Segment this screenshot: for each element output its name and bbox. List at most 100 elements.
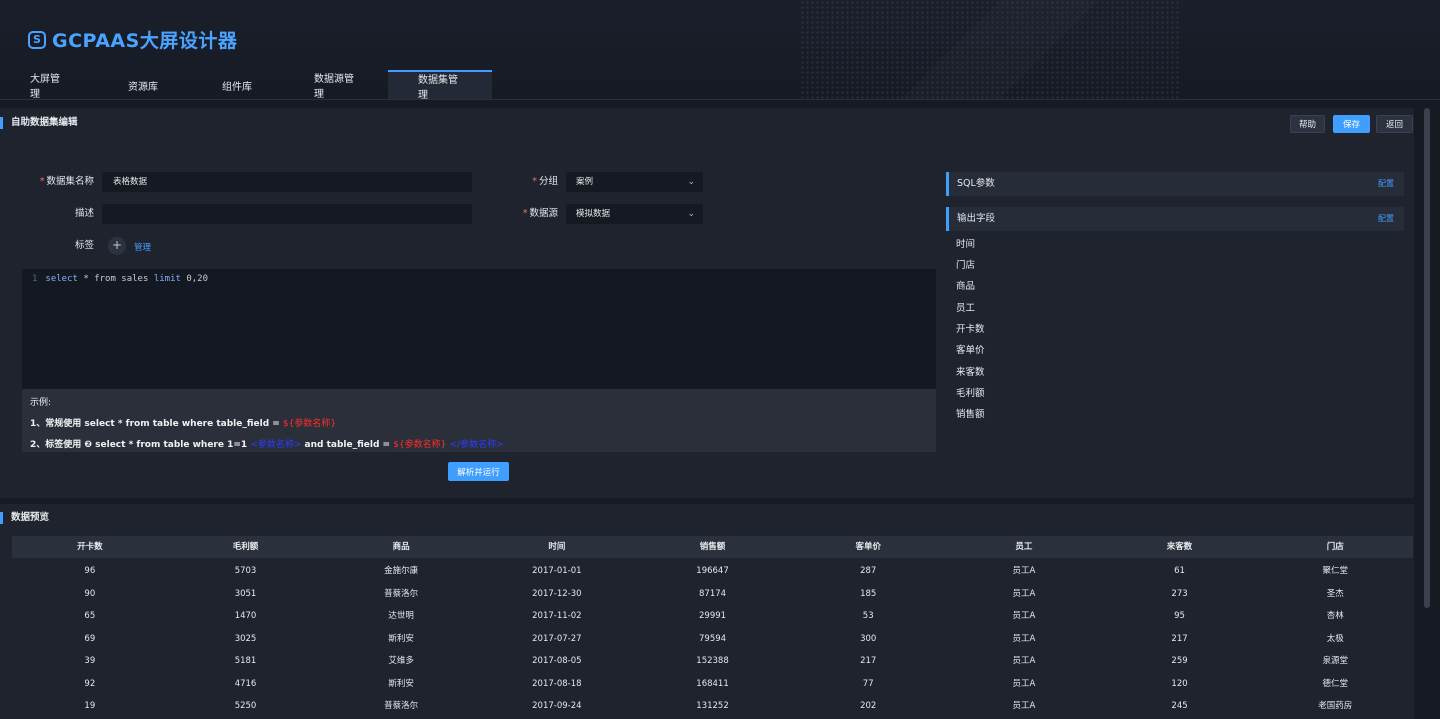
table-cell: 131252 xyxy=(696,701,729,711)
chevron-down-icon: ⌄ xyxy=(687,177,695,187)
table-cell: 员工A xyxy=(1012,656,1036,666)
table-cell: 1470 xyxy=(234,611,257,621)
table-cell: 聚仁堂 xyxy=(1322,566,1348,576)
table-cell: 69 xyxy=(84,633,96,644)
table-row[interactable]: 19 5250 普蔡洛尔 2017-09-24 131252 202 员工A 2… xyxy=(12,695,1413,718)
nav-item-component-library[interactable]: 组件库 xyxy=(190,70,284,99)
required-mark: * xyxy=(522,208,528,219)
column-header[interactable]: 客单价 xyxy=(790,536,946,558)
table-cell: 4716 xyxy=(234,678,257,689)
dataset-name-label-text: 数据集名称 xyxy=(46,176,94,187)
table-row[interactable]: 65 1470 达世明 2017-11-02 29991 53 员工A 95 杏… xyxy=(12,605,1413,628)
description-label: 描述 xyxy=(74,208,94,219)
manage-tags-link[interactable]: 管理 xyxy=(134,241,151,253)
required-mark: * xyxy=(39,176,45,187)
datasource-select[interactable]: 模拟数据 ⌄ xyxy=(566,204,703,224)
table-cell: 5703 xyxy=(234,566,257,576)
code-limit-value: 0,20 xyxy=(186,274,209,284)
table-cell: 达世明 xyxy=(388,611,414,621)
vertical-scrollbar[interactable] xyxy=(1424,108,1430,608)
table-cell: 300 xyxy=(860,633,877,644)
column-header[interactable]: 商品 xyxy=(323,536,479,558)
example-param: ${参数名称} xyxy=(393,440,447,450)
table-cell: 273 xyxy=(1171,588,1188,599)
column-header[interactable]: 门店 xyxy=(1257,536,1413,558)
table-cell: 39 xyxy=(84,656,96,666)
description-input[interactable] xyxy=(102,204,472,224)
sql-params-config-link[interactable]: 配置 xyxy=(1378,172,1394,196)
editor-title: 自助数据集编辑 xyxy=(0,117,78,129)
chevron-down-icon: ⌄ xyxy=(687,209,695,219)
table-cell: 老国药房 xyxy=(1318,701,1353,711)
dataset-name-input[interactable]: 表格数据 xyxy=(102,172,472,192)
table-cell: 斯利安 xyxy=(388,633,414,644)
logo-icon: S xyxy=(28,30,46,49)
table-cell: 艾维多 xyxy=(388,656,414,666)
output-field-item: 员工 xyxy=(956,303,976,314)
example-box: 示例: 1、常规使用 select * from table where tab… xyxy=(22,389,936,452)
parse-and-run-button[interactable]: 解析并运行 xyxy=(448,462,509,481)
table-cell: 65 xyxy=(84,611,96,621)
table-cell: 77 xyxy=(862,678,874,689)
example-line-1-text: 1、常规使用 select * from table where table_f… xyxy=(30,419,280,429)
column-header[interactable]: 来客数 xyxy=(1102,536,1258,558)
table-row[interactable]: 69 3025 斯利安 2017-07-27 79594 300 员工A 217… xyxy=(12,628,1413,651)
table-cell: 196647 xyxy=(696,566,729,576)
required-mark: * xyxy=(532,176,537,187)
output-field-item: 时间 xyxy=(956,239,976,250)
table-cell: 202 xyxy=(860,701,877,711)
table-row[interactable]: 90 3051 普蔡洛尔 2017-12-30 87174 185 员工A 27… xyxy=(12,583,1413,606)
table-cell: 泉源堂 xyxy=(1322,656,1348,666)
data-preview-panel: 数据预览 开卡数 毛利额 商品 时间 销售额 客单价 员工 来客数 门店 96 … xyxy=(0,504,1414,719)
table-cell: 2017-07-27 xyxy=(532,633,582,644)
table-cell: 96 xyxy=(84,566,96,576)
table-cell: 217 xyxy=(860,656,877,666)
output-field-item: 毛利额 xyxy=(956,388,985,399)
sql-params-title: SQL参数 xyxy=(957,178,995,189)
column-header[interactable]: 毛利额 xyxy=(168,536,324,558)
datasource-label-text: 数据源 xyxy=(529,208,558,219)
tag-label: 标签 xyxy=(74,240,94,251)
table-cell: 152388 xyxy=(696,656,729,666)
table-cell: 员工A xyxy=(1012,566,1036,576)
nav-item-dataset-management[interactable]: 数据集管理 xyxy=(388,70,492,99)
output-field-item: 客单价 xyxy=(956,345,985,356)
column-header[interactable]: 时间 xyxy=(479,536,635,558)
example-tag-open: <参数名称> xyxy=(250,440,302,450)
table-cell: 员工A xyxy=(1012,633,1036,644)
save-button[interactable]: 保存 xyxy=(1333,115,1370,133)
table-cell: 2017-12-30 xyxy=(532,588,582,599)
column-header[interactable]: 销售额 xyxy=(635,536,791,558)
example-line-2-text: 2、标签使用 ❷ select * from table where 1=1 xyxy=(30,440,248,450)
table-row[interactable]: 39 5181 艾维多 2017-08-05 152388 217 员工A 25… xyxy=(12,650,1413,673)
add-tag-button[interactable]: + xyxy=(108,237,126,255)
table-cell: 斯利安 xyxy=(388,678,414,689)
output-field-item: 商品 xyxy=(956,281,976,292)
logo[interactable]: S GCPAAS大屏设计器 xyxy=(28,26,237,53)
nav-item-resource-library[interactable]: 资源库 xyxy=(96,70,190,99)
table-cell: 79594 xyxy=(699,633,727,644)
column-header[interactable]: 员工 xyxy=(946,536,1102,558)
table-cell: 3025 xyxy=(234,633,257,644)
table-cell: 3051 xyxy=(234,588,257,599)
table-row[interactable]: 96 5703 金施尔康 2017-01-01 196647 287 员工A 6… xyxy=(12,560,1413,583)
help-button[interactable]: 帮助 xyxy=(1290,115,1325,133)
output-fields-title: 输出字段 xyxy=(957,213,996,224)
group-select[interactable]: 案例 ⌄ xyxy=(566,172,703,192)
code-text: select * from sales limit 0,20 xyxy=(45,273,208,285)
nav-item-screen-management[interactable]: 大屏管理 xyxy=(0,70,96,99)
output-fields-config-link[interactable]: 配置 xyxy=(1378,207,1394,231)
table-cell: 员工A xyxy=(1012,588,1036,599)
code-keyword-limit: limit xyxy=(153,274,181,284)
nav-item-datasource-management[interactable]: 数据源管理 xyxy=(284,70,388,99)
table-cell: 185 xyxy=(860,588,877,599)
table-row[interactable]: 92 4716 斯利安 2017-08-18 168411 77 员工A 120… xyxy=(12,673,1413,696)
column-header[interactable]: 开卡数 xyxy=(12,536,168,558)
sql-code-editor[interactable]: 1 select * from sales limit 0,20 xyxy=(22,269,936,389)
table-cell: 61 xyxy=(1174,566,1185,576)
table-cell: 员工A xyxy=(1012,611,1036,621)
app-root: S GCPAAS大屏设计器 大屏管理 资源库 组件库 数据源管理 数据集管理 自… xyxy=(0,0,1440,719)
back-button[interactable]: 返回 xyxy=(1376,115,1413,133)
table-cell: 2017-01-01 xyxy=(532,566,582,576)
table-cell: 2017-09-24 xyxy=(532,701,582,711)
